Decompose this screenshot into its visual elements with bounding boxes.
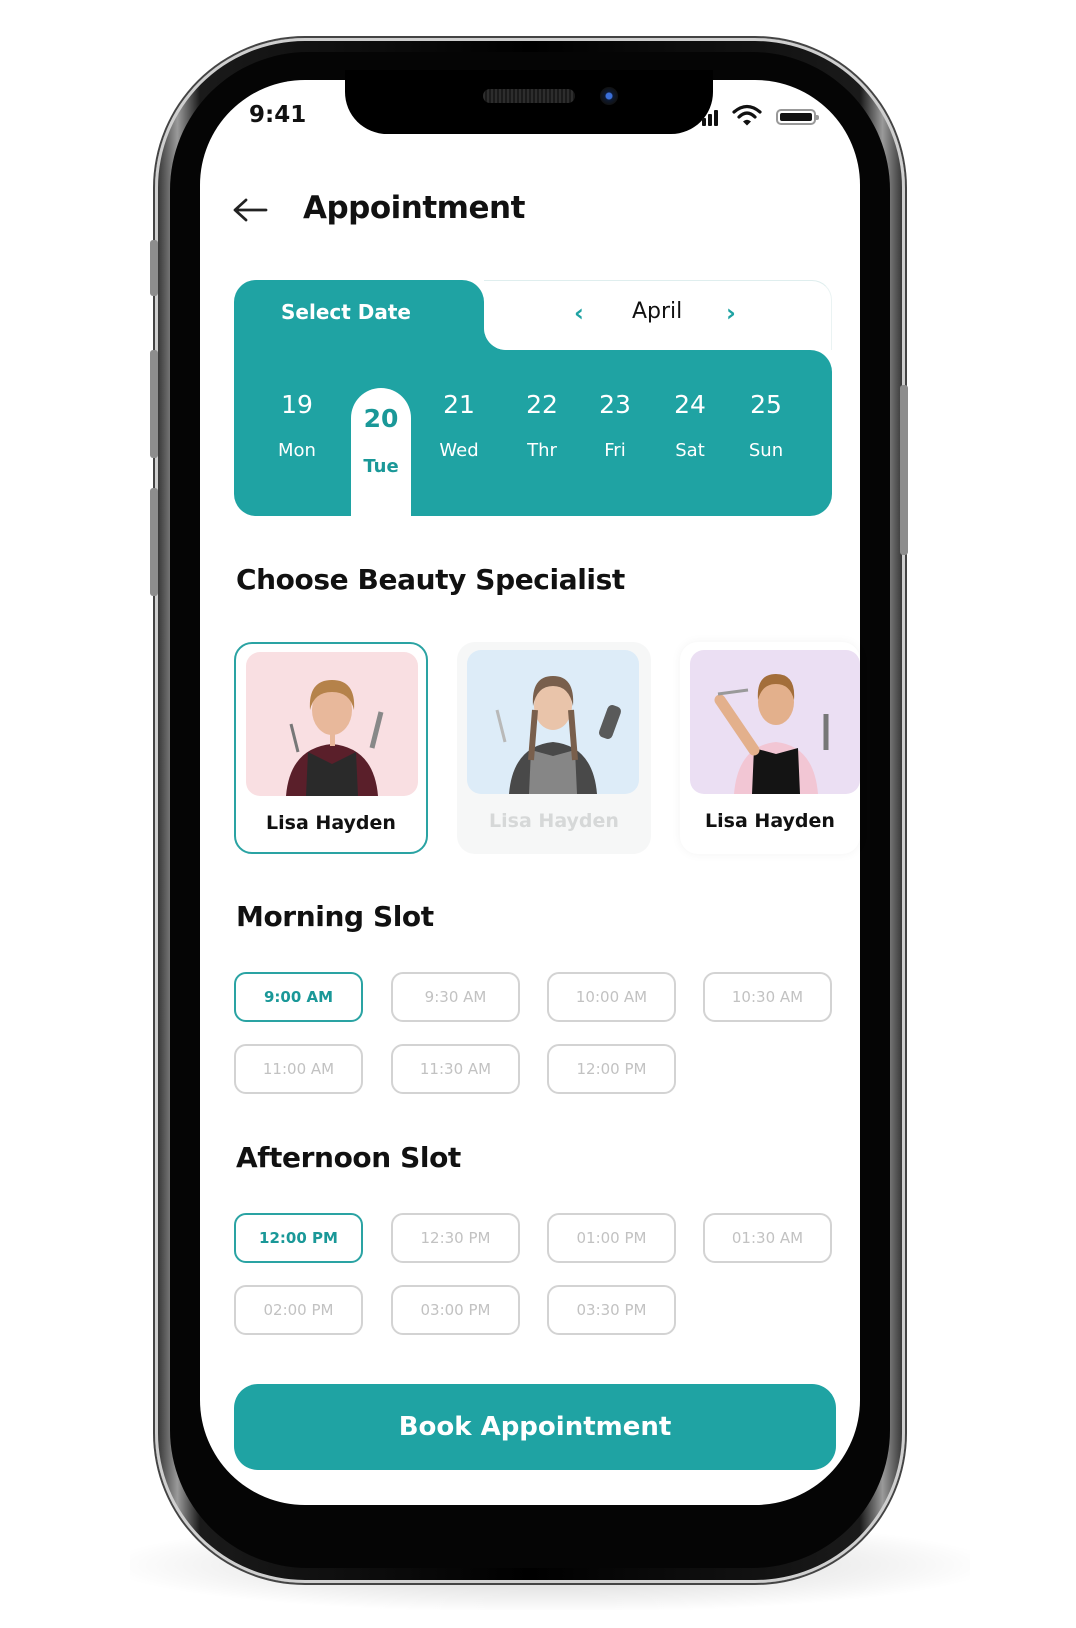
time-slot[interactable]: 12:00 PM bbox=[547, 1044, 676, 1094]
mute-switch bbox=[150, 240, 158, 296]
day-23[interactable]: 23 Fri bbox=[580, 390, 650, 461]
time-slot[interactable]: 02:00 PM bbox=[234, 1285, 363, 1335]
afternoon-slot-heading: Afternoon Slot bbox=[236, 1141, 461, 1174]
day-25[interactable]: 25 Sun bbox=[731, 390, 801, 461]
wifi-icon bbox=[732, 104, 762, 126]
person-avatar-icon bbox=[467, 650, 639, 794]
person-avatar-icon bbox=[690, 650, 860, 794]
time-slot[interactable]: 10:00 AM bbox=[547, 972, 676, 1022]
day-number: 19 bbox=[281, 390, 313, 419]
page-title: Appointment bbox=[303, 190, 525, 226]
signal-icon bbox=[702, 108, 720, 126]
day-number: 23 bbox=[599, 390, 631, 419]
day-number: 25 bbox=[750, 390, 782, 419]
specialist-photo bbox=[246, 652, 418, 796]
time-slot[interactable]: 10:30 AM bbox=[703, 972, 832, 1022]
specialist-name: Lisa Hayden bbox=[266, 812, 396, 834]
day-weekday: Mon bbox=[278, 440, 316, 461]
time-slot[interactable]: 11:30 AM bbox=[391, 1044, 520, 1094]
time-slot[interactable]: 01:00 PM bbox=[547, 1213, 676, 1263]
speaker-grille bbox=[483, 89, 575, 103]
volume-down-button bbox=[150, 488, 158, 596]
specialist-card-2[interactable]: Lisa Hayden bbox=[457, 642, 651, 854]
time-slot[interactable]: 9:30 AM bbox=[391, 972, 520, 1022]
day-weekday: Sat bbox=[675, 440, 705, 461]
specialist-heading: Choose Beauty Specialist bbox=[236, 563, 625, 596]
time-slot[interactable]: 03:30 PM bbox=[547, 1285, 676, 1335]
chevron-right-icon[interactable]: › bbox=[726, 300, 736, 326]
day-number: 22 bbox=[526, 390, 558, 419]
specialist-name: Lisa Hayden bbox=[705, 810, 835, 832]
date-picker: Select Date ‹ April › 19 Mon 20 Tue 21 W… bbox=[234, 280, 832, 516]
day-24[interactable]: 24 Sat bbox=[655, 390, 725, 461]
day-number: 20 bbox=[363, 404, 399, 433]
time-slot[interactable]: 12:00 PM bbox=[234, 1213, 363, 1263]
day-21[interactable]: 21 Wed bbox=[424, 390, 494, 461]
camera-icon bbox=[600, 87, 618, 105]
time-slot[interactable]: 11:00 AM bbox=[234, 1044, 363, 1094]
chevron-left-icon[interactable]: ‹ bbox=[574, 300, 584, 326]
day-weekday: Sun bbox=[748, 440, 784, 461]
month-label: April bbox=[632, 299, 683, 324]
day-22[interactable]: 22 Thr bbox=[507, 390, 577, 461]
morning-slot-heading: Morning Slot bbox=[236, 900, 434, 933]
person-avatar-icon bbox=[246, 652, 418, 796]
day-weekday: Tue bbox=[363, 456, 399, 477]
volume-up-button bbox=[150, 350, 158, 458]
day-weekday: Wed bbox=[439, 440, 479, 461]
specialist-photo bbox=[690, 650, 860, 794]
day-20-selected[interactable]: 20 Tue bbox=[351, 388, 411, 516]
day-weekday: Fri bbox=[604, 440, 626, 461]
specialist-name: Lisa Hayden bbox=[489, 810, 619, 832]
specialist-photo bbox=[467, 650, 639, 794]
arrow-left-icon[interactable] bbox=[230, 195, 270, 225]
time-slot[interactable]: 9:00 AM bbox=[234, 972, 363, 1022]
select-date-label: Select Date bbox=[281, 300, 411, 324]
time-slot[interactable]: 12:30 PM bbox=[391, 1213, 520, 1263]
time-slot[interactable]: 01:30 AM bbox=[703, 1213, 832, 1263]
day-number: 21 bbox=[443, 390, 475, 419]
book-appointment-button[interactable]: Book Appointment bbox=[234, 1384, 836, 1470]
time-slot[interactable]: 03:00 PM bbox=[391, 1285, 520, 1335]
specialist-card-3[interactable]: Lisa Hayden bbox=[680, 642, 860, 854]
battery-icon bbox=[776, 109, 819, 125]
day-weekday: Thr bbox=[527, 440, 557, 461]
status-time: 9:41 bbox=[249, 102, 307, 128]
power-button bbox=[900, 385, 908, 555]
day-19[interactable]: 19 Mon bbox=[262, 390, 332, 461]
day-number: 24 bbox=[674, 390, 706, 419]
specialist-card-1[interactable]: Lisa Hayden bbox=[234, 642, 428, 854]
